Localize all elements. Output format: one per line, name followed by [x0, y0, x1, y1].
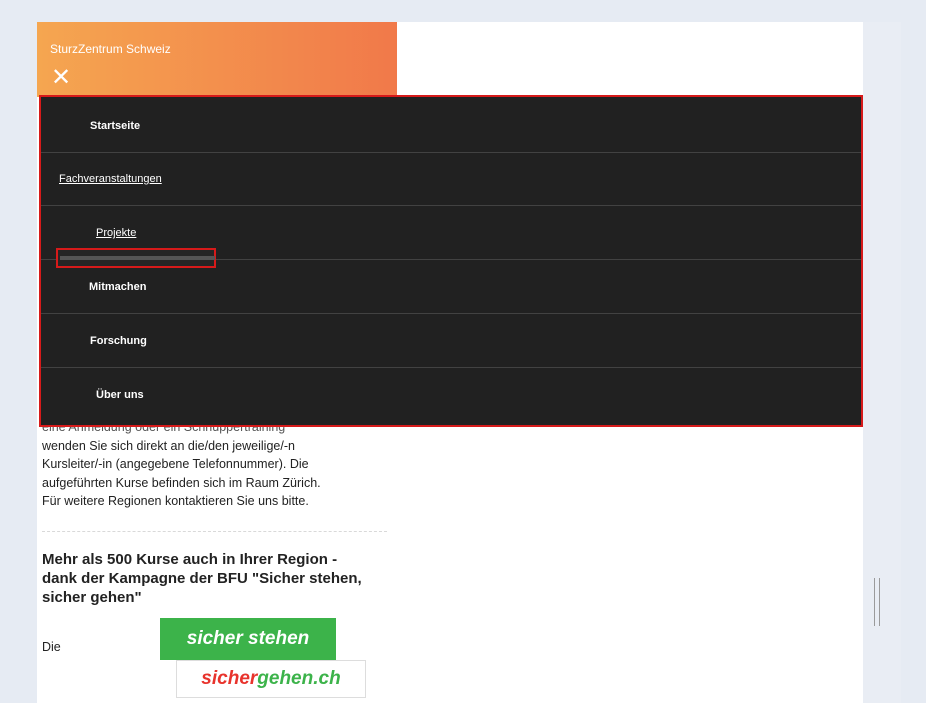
menu-item-mitmachen[interactable]: Mitmachen — [41, 261, 861, 314]
site-title[interactable]: SturzZentrum Schweiz — [50, 42, 171, 56]
paragraph-line: Für weitere Regionen kontaktieren Sie un… — [42, 494, 309, 508]
menu-item-label: Forschung — [90, 335, 147, 347]
divider — [42, 531, 387, 533]
menu-item-startseite[interactable]: Startseite — [41, 100, 861, 153]
menu-item-label: Startseite — [90, 120, 141, 132]
menu-item-fachveranstaltungen[interactable]: Fachveranstaltungen — [41, 153, 861, 206]
right-gutter — [863, 22, 901, 703]
paragraph-line: aufgeführten Kurse befinden sich im Raum… — [42, 475, 321, 490]
menu-item-label: Fachveranstaltungen — [59, 173, 162, 185]
logo-text-part1: sicher — [201, 668, 258, 689]
course-info-paragraph: eine Anmeldung oder ein Schnuppertrainin… — [42, 418, 387, 511]
site-header: SturzZentrum Schweiz ✕ — [37, 22, 397, 97]
scrollbar-handle[interactable] — [874, 578, 880, 626]
menu-item-label: Über uns — [96, 389, 144, 401]
section-headline: Mehr als 500 Kurse auch in Ihrer Region … — [42, 551, 362, 606]
sichergehen-logo[interactable]: sicher gehen.ch — [176, 660, 366, 698]
paragraph-line: Kursleiter/-in (angegebene Telefonnummer… — [42, 457, 309, 471]
paragraph-line: wenden Sie sich direkt an die/den jeweil… — [42, 438, 295, 453]
sicher-stehen-logo: sicher stehen — [160, 618, 336, 660]
logo-text: sicher stehen — [186, 628, 310, 649]
menu-item-ueber-uns[interactable]: Über uns — [41, 369, 861, 422]
paragraph-start: Die — [42, 640, 61, 654]
logo-text-part2: gehen.ch — [257, 668, 341, 689]
close-icon[interactable]: ✕ — [51, 66, 71, 90]
menu-item-label: Mitmachen — [89, 281, 147, 293]
submenu-bar — [60, 256, 215, 260]
menu-item-forschung[interactable]: Forschung — [41, 315, 861, 368]
